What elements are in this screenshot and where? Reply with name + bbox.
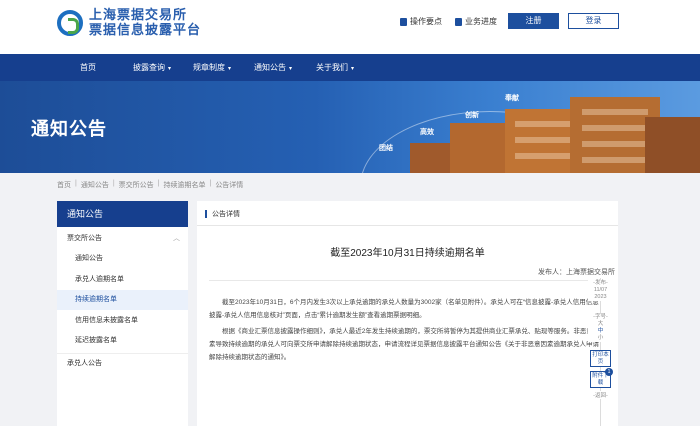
font-size-large[interactable]: 大 — [588, 321, 613, 328]
sidebar-item-continuous-overdue[interactable]: 持续逾期名单 — [57, 290, 188, 310]
register-button[interactable]: 注册 — [508, 13, 559, 29]
attachment-download-button[interactable]: 附件下载 1 — [590, 368, 613, 388]
operation-guide-label: 操作要点 — [410, 17, 442, 26]
sidebar-title: 通知公告 — [57, 201, 188, 227]
banner-word: 团结 — [379, 145, 393, 152]
chevron-down-icon: ▾ — [168, 66, 172, 72]
page-banner: 通知公告 团结 高效 创新 奉献 — [0, 81, 700, 173]
back-button[interactable]: -返回- — [588, 391, 613, 399]
business-progress-label: 业务进度 — [465, 17, 497, 26]
sidebar-item-undisclosed[interactable]: 信用信息未披露名单 — [57, 311, 188, 331]
building-image — [410, 91, 700, 173]
breadcrumb-notices[interactable]: 通知公告 — [81, 180, 109, 190]
site-logo[interactable]: 上海票据交易所 票据信息披露平台 — [57, 7, 202, 38]
divider — [209, 280, 609, 281]
document-icon — [400, 17, 407, 26]
article-tools: -发布- 11/07 2023 -字号- 大 中 小 打印本页 附件下载 1 -… — [588, 278, 613, 426]
sidebar-item-exchange-notices[interactable]: 票交所公告 ︿ — [57, 229, 188, 249]
page-title: 截至2023年10月31日持续逾期名单 — [330, 248, 485, 259]
publisher: 发布人：上海票据交易所 — [538, 269, 615, 276]
publish-date: -发布- 11/07 2023 — [588, 280, 613, 301]
breadcrumb-home[interactable]: 首页 — [57, 180, 71, 190]
business-progress-link[interactable]: 业务进度 — [455, 16, 497, 27]
font-size-small[interactable]: 小 — [588, 335, 613, 342]
sidebar-item-delayed[interactable]: 延迟披露名单 — [57, 331, 188, 351]
font-size-medium[interactable]: 中 — [588, 328, 613, 335]
sidebar-item-acceptor-overdue[interactable]: 承兑人逾期名单 — [57, 270, 188, 290]
paragraph-2: 根据《商业汇票信息披露操作细则》，承兑人最近2年发生持续逾期的，票交所将暂停为其… — [209, 328, 600, 361]
font-size-control: -字号- 大 中 小 — [588, 314, 613, 342]
nav-home[interactable]: 首页 — [80, 54, 96, 81]
paragraph-1: 截至2023年10月31日，6个月内发生3次以上承兑逾期的承兑人数量为3002家… — [209, 299, 599, 319]
breadcrumb-exchange-notices[interactable]: 票交所公告 — [119, 180, 154, 190]
section-title: 公告详情 — [212, 211, 240, 218]
breadcrumb-overdue-list[interactable]: 持续逾期名单 — [163, 180, 205, 190]
logo-line1: 上海票据交易所 — [89, 7, 188, 22]
nav-about[interactable]: 关于我们 ▾ — [316, 54, 354, 81]
chevron-down-icon: ▾ — [289, 66, 293, 72]
breadcrumb-current: 公告详情 — [215, 182, 244, 189]
section-header: 公告详情 — [197, 201, 618, 226]
breadcrumb: 首页 | 通知公告 | 票交所公告 | 持续逾期名单 | 公告详情 — [57, 180, 244, 190]
nav-regulations[interactable]: 规章制度 ▾ — [193, 54, 231, 81]
progress-icon — [455, 17, 462, 26]
nav-disclosure-query[interactable]: 披露查询 ▾ — [133, 54, 171, 81]
chevron-up-icon: ︿ — [173, 235, 180, 242]
banner-title: 通知公告 — [31, 119, 107, 139]
logo-icon — [57, 9, 83, 36]
nav-notices[interactable]: 通知公告 ▾ — [254, 54, 292, 81]
chevron-down-icon: ▾ — [351, 66, 355, 72]
logo-line2: 票据信息披露平台 — [89, 21, 202, 37]
print-button[interactable]: 打印本页 — [590, 350, 611, 367]
chevron-down-icon: ▾ — [228, 66, 232, 72]
operation-guide-link[interactable]: 操作要点 — [400, 16, 442, 27]
sidebar-item-notices[interactable]: 通知公告 — [57, 249, 188, 269]
attachment-count-badge: 1 — [605, 368, 613, 376]
main-content: 公告详情 截至2023年10月31日持续逾期名单 发布人：上海票据交易所 截至2… — [197, 201, 618, 426]
site-header: 上海票据交易所 票据信息披露平台 操作要点 业务进度 注册 登录 — [0, 0, 700, 54]
section-bar — [205, 210, 207, 218]
sidebar-item-acceptor-notices[interactable]: 承兑人公告 — [57, 353, 188, 373]
main-nav: 首页 披露查询 ▾ 规章制度 ▾ 通知公告 ▾ 关于我们 ▾ — [0, 54, 700, 81]
logo-text: 上海票据交易所 票据信息披露平台 — [89, 7, 202, 38]
sidebar: 通知公告 票交所公告 ︿ 通知公告 承兑人逾期名单 持续逾期名单 信用信息未披露名… — [57, 201, 188, 426]
login-button[interactable]: 登录 — [568, 13, 619, 29]
